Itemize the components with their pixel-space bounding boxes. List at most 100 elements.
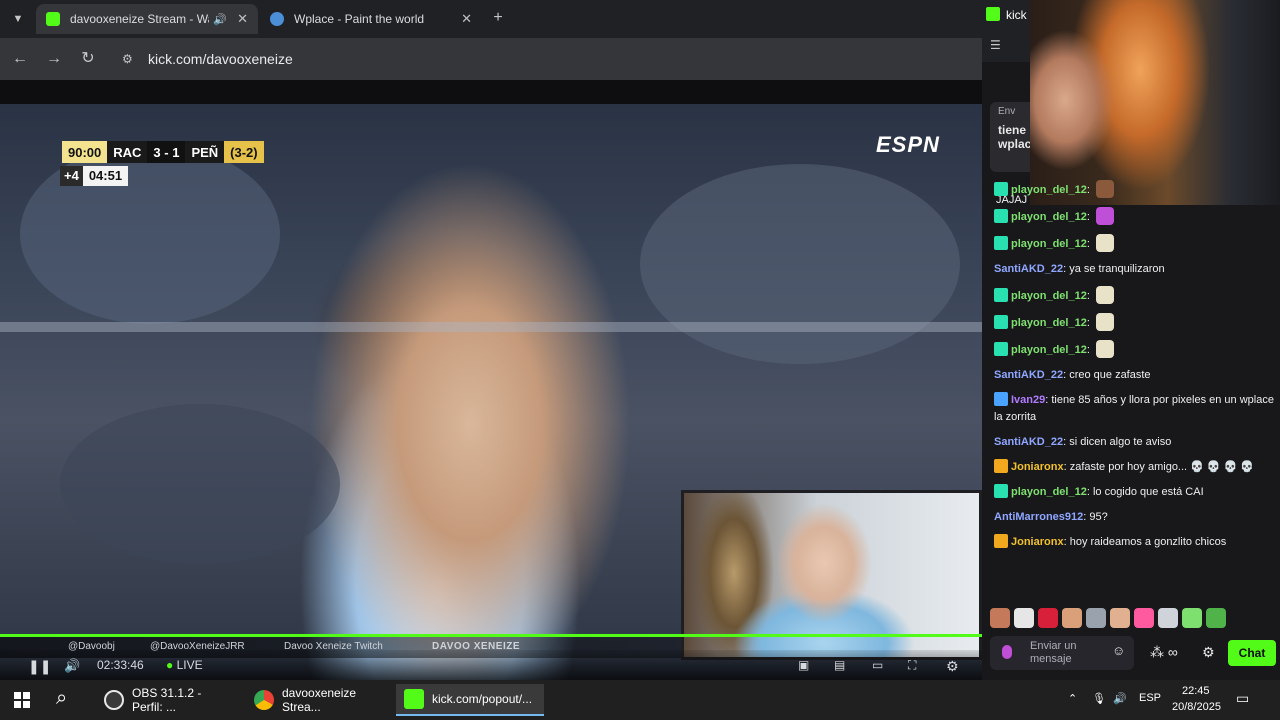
chat-message: playon_del_12: bbox=[994, 176, 1274, 203]
chat-message: playon_del_12: bbox=[994, 336, 1274, 363]
chat-message: playon_del_12: bbox=[994, 309, 1274, 336]
chat-username[interactable]: SantiAKD_22 bbox=[994, 436, 1063, 448]
address-bar[interactable]: ⚙ kick.com/davooxeneize bbox=[112, 44, 972, 74]
tab-davooxeneize-stream[interactable]: davooxeneize Stream - Wat 🔊 ✕ bbox=[36, 4, 258, 34]
user-badge-icon bbox=[994, 182, 1008, 196]
chat-username[interactable]: Joniaronx bbox=[1011, 536, 1064, 548]
chat-messages: playon_del_12: playon_del_12: playon_del… bbox=[994, 176, 1274, 555]
windows-start-icon[interactable] bbox=[14, 692, 30, 708]
chat-separator: : bbox=[1086, 184, 1093, 196]
chat-emote-icon bbox=[1095, 313, 1114, 331]
emote-icon[interactable] bbox=[990, 608, 1010, 628]
search-icon[interactable]: ⌕ bbox=[56, 687, 67, 710]
added-time-box: +4 04:51 bbox=[60, 166, 129, 186]
settings-icon[interactable]: ⚙ bbox=[946, 658, 959, 675]
reload-button[interactable]: ↻ bbox=[77, 48, 99, 70]
chat-username[interactable]: playon_del_12 bbox=[1011, 344, 1087, 356]
chat-username[interactable]: playon_del_12 bbox=[1011, 211, 1087, 223]
chat-username[interactable]: Joniaronx bbox=[1011, 461, 1064, 473]
speaker-icon[interactable]: 🔊 bbox=[213, 13, 227, 26]
pip-icon[interactable]: ▭ bbox=[872, 658, 883, 672]
stadium-railing bbox=[0, 322, 982, 332]
chat-message: SantiAKD_22: ya se tranquilizaron bbox=[994, 257, 1274, 282]
url-text: kick.com/davooxeneize bbox=[148, 51, 293, 67]
chat-username[interactable]: playon_del_12 bbox=[1011, 290, 1087, 302]
emote-icon[interactable] bbox=[1158, 608, 1178, 628]
clock-time[interactable]: 22:45 bbox=[1182, 685, 1210, 697]
emote-icon[interactable] bbox=[1182, 608, 1202, 628]
chat-message: Joniaronx: zafaste por hoy amigo... 💀 💀 … bbox=[994, 455, 1274, 480]
emote-icon[interactable] bbox=[1086, 608, 1106, 628]
emote-icon[interactable] bbox=[1062, 608, 1082, 628]
chat-emote-icon bbox=[1095, 207, 1114, 225]
taskbar-app-kick-popout[interactable]: kick.com/popout/... bbox=[396, 684, 544, 716]
added-minutes: +4 bbox=[60, 166, 83, 186]
chat-username[interactable]: playon_del_12 bbox=[1011, 486, 1087, 498]
emote-icon[interactable] bbox=[1038, 608, 1058, 628]
emote-icon[interactable] bbox=[1134, 608, 1154, 628]
chat-text: lo cogido que está CAI bbox=[1092, 486, 1204, 498]
chat-separator: : bbox=[1086, 211, 1093, 223]
clip-icon[interactable]: ▣ bbox=[798, 658, 809, 672]
chat-gear-icon[interactable]: ⚙ bbox=[1202, 644, 1215, 661]
chat-username[interactable]: AntiMarrones912 bbox=[994, 511, 1083, 523]
chat-username[interactable]: SantiAKD_22 bbox=[994, 263, 1063, 275]
forward-button[interactable]: → bbox=[43, 48, 65, 70]
chat-emote-icon bbox=[1095, 286, 1114, 304]
live-progress-bar[interactable] bbox=[0, 634, 982, 637]
new-tab-button[interactable]: + bbox=[488, 8, 508, 28]
chat-settings-icon[interactable]: ☰ bbox=[990, 38, 1001, 52]
input-language[interactable]: ESP bbox=[1139, 692, 1161, 704]
back-button[interactable]: ← bbox=[9, 48, 31, 70]
emote-icon[interactable] bbox=[1014, 608, 1034, 628]
tray-chevron-icon[interactable]: ⌃ bbox=[1068, 692, 1077, 705]
tab-wplace[interactable]: Wplace - Paint the world ✕ bbox=[260, 4, 482, 34]
taskbar-app-obs[interactable]: OBS 31.1.2 - Perfil: ... bbox=[96, 684, 242, 716]
chat-text: zafaste por hoy amigo... 💀 💀 💀 💀 bbox=[1069, 461, 1255, 473]
user-badge-icon bbox=[994, 484, 1008, 498]
clock-date[interactable]: 20/8/2025 bbox=[1172, 701, 1221, 713]
chat-message: SantiAKD_22: creo que zafaste bbox=[994, 363, 1274, 388]
volume-icon[interactable]: 🔊 bbox=[64, 658, 80, 674]
chrome-icon bbox=[254, 690, 274, 710]
chat-emote-icon bbox=[1095, 234, 1114, 252]
site-settings-icon[interactable]: ⚙ bbox=[122, 44, 133, 74]
chat-username[interactable]: playon_del_12 bbox=[1011, 184, 1087, 196]
chat-text: 95? bbox=[1089, 511, 1108, 523]
close-icon[interactable]: ✕ bbox=[237, 11, 248, 27]
theater-icon[interactable]: ▤ bbox=[834, 658, 845, 672]
taskbar-app-label: kick.com/popout/... bbox=[432, 692, 533, 706]
obs-icon bbox=[104, 690, 124, 710]
fullscreen-icon[interactable]: ⛶ bbox=[908, 658, 916, 673]
chat-username[interactable]: playon_del_12 bbox=[1011, 238, 1087, 250]
chat-separator: : bbox=[1086, 344, 1093, 356]
emote-icon[interactable] bbox=[1110, 608, 1130, 628]
pause-icon[interactable]: ❚❚ bbox=[28, 658, 51, 675]
emote-bar bbox=[990, 608, 1230, 630]
points-icon[interactable]: ⁂ ∞ bbox=[1150, 644, 1178, 661]
chat-message: playon_del_12: bbox=[994, 203, 1274, 230]
emoji-icon[interactable]: ☺ bbox=[1112, 644, 1125, 657]
chat-message: Joniaronx: hoy raideamos a gonzlito chic… bbox=[994, 530, 1274, 555]
video-player[interactable]: 90:00 RAC 3 - 1 PEÑ (3-2) +4 04:51 ESPN … bbox=[0, 104, 982, 680]
chat-username[interactable]: Ivan29 bbox=[1011, 394, 1045, 406]
chat-input[interactable]: Enviar un mensaje ☺ bbox=[990, 636, 1134, 670]
microphone-tray-icon[interactable]: 🎙 bbox=[1092, 692, 1106, 705]
emote-icon[interactable] bbox=[1206, 608, 1226, 628]
chat-username[interactable]: playon_del_12 bbox=[1011, 317, 1087, 329]
windows-taskbar: ⌕ OBS 31.1.2 - Perfil: ... davooxeneize … bbox=[0, 680, 1280, 720]
volume-tray-icon[interactable]: 🔊 bbox=[1113, 692, 1127, 705]
live-indicator: ● LIVE bbox=[166, 658, 203, 672]
chat-message: Ivan29: tiene 85 años y llora por pixele… bbox=[994, 388, 1274, 430]
taskbar-app-chrome[interactable]: davooxeneize Strea... bbox=[246, 684, 392, 716]
away-team: PEÑ bbox=[185, 141, 225, 163]
chat-text: creo que zafaste bbox=[1069, 369, 1151, 381]
chat-username[interactable]: SantiAKD_22 bbox=[994, 369, 1063, 381]
send-chat-button[interactable]: Chat bbox=[1228, 640, 1276, 666]
tab-search-icon[interactable]: ▼ bbox=[8, 9, 28, 29]
user-badge-icon bbox=[994, 288, 1008, 302]
close-icon[interactable]: ✕ bbox=[461, 11, 472, 27]
microphone-icon[interactable] bbox=[1002, 645, 1012, 659]
notifications-icon[interactable]: ▭ bbox=[1236, 690, 1249, 707]
elapsed-time: 02:33:46 bbox=[97, 658, 144, 672]
